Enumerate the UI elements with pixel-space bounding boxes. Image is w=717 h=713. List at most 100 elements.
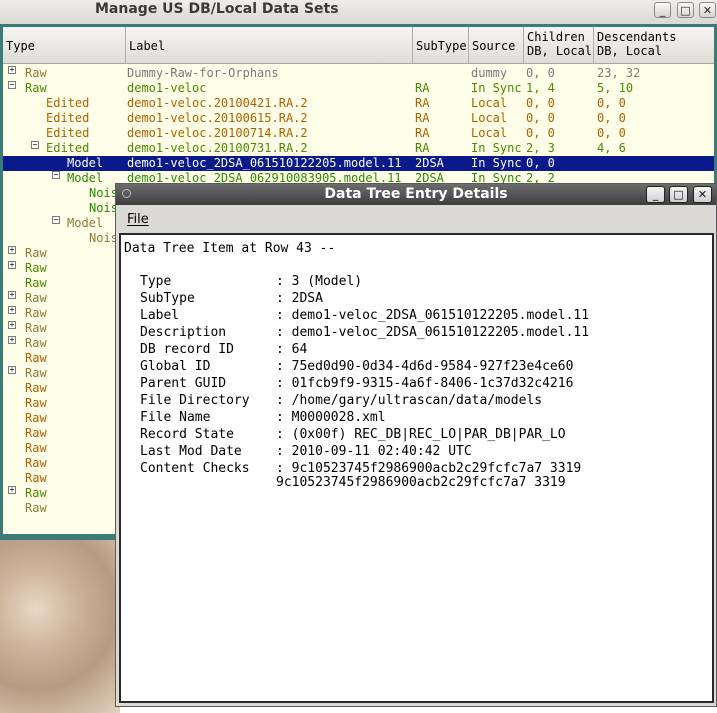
row-subtype: RA — [415, 126, 430, 140]
detail-line: Global ID: 75ed0d90-0d34-4d6d-9584-927f2… — [140, 359, 573, 374]
row-type: Edited — [46, 96, 90, 110]
row-type: Model — [67, 156, 104, 170]
details-heading: Data Tree Item at Row 43 -- — [124, 241, 336, 256]
row-type: Raw — [25, 381, 47, 395]
row-type: Raw — [25, 501, 47, 515]
expand-icon[interactable]: + — [8, 306, 16, 314]
detail-separator: : — [276, 410, 292, 425]
detail-line: Record State: (0x00f) REC_DB|REC_LO|PAR_… — [140, 427, 566, 442]
detail-separator: : — [276, 342, 292, 357]
detail-key: Last Mod Date — [140, 444, 242, 459]
minimize-button[interactable]: _ — [654, 2, 671, 18]
header-type[interactable]: Type — [3, 27, 126, 63]
detail-separator: : — [276, 325, 292, 340]
detail-key: Global ID — [140, 359, 211, 374]
row-source: Local — [471, 96, 508, 110]
header-source[interactable]: Source — [469, 27, 524, 63]
row-label: demo1-veloc.20100421.RA.2 — [127, 96, 308, 110]
row-type: Raw — [25, 246, 47, 260]
close-button[interactable]: ✕ — [699, 2, 716, 18]
expand-icon[interactable]: + — [8, 336, 16, 344]
tree-row[interactable]: − Raw demo1-veloc RA In Sync 1, 4 5, 10 — [3, 81, 714, 96]
detail-separator: : — [276, 359, 292, 374]
expand-icon[interactable]: + — [8, 366, 16, 374]
header-subtype[interactable]: SubType — [413, 27, 469, 63]
row-label: demo1-veloc.20100731.RA.2 — [127, 141, 308, 155]
tree-row[interactable]: − Edited demo1-veloc.20100731.RA.2 RA In… — [3, 141, 714, 156]
dialog-minimize-button[interactable]: _ — [646, 186, 665, 203]
expand-icon[interactable]: + — [8, 486, 16, 494]
row-children: 0, 0 — [526, 66, 555, 80]
tree-row-selected[interactable]: Model demo1-veloc_2DSA_061510122205.mode… — [3, 156, 714, 171]
detail-line: Type: 3 (Model) — [140, 274, 362, 289]
expand-icon[interactable]: + — [8, 246, 16, 254]
row-source: Local — [471, 126, 508, 140]
row-descendants: 0, 0 — [597, 96, 626, 110]
dialog-menubar: File — [116, 208, 716, 232]
detail-key: Description — [140, 325, 227, 340]
row-type: Model — [67, 171, 104, 185]
tree-row[interactable]: + Raw Dummy-Raw-for-Orphans dummy 0, 0 2… — [3, 66, 714, 81]
collapse-icon[interactable]: − — [52, 171, 60, 179]
collapse-icon[interactable]: − — [8, 81, 16, 89]
maximize-button[interactable]: □ — [677, 2, 694, 18]
expand-icon[interactable]: + — [8, 291, 16, 299]
dialog-close-button[interactable]: ✕ — [693, 186, 712, 203]
row-type: Raw — [25, 81, 47, 95]
detail-separator: : — [276, 308, 292, 323]
row-subtype: RA — [415, 96, 430, 110]
tree-row[interactable]: Edited demo1-veloc.20100615.RA.2 RA Loca… — [3, 111, 714, 126]
detail-value: demo1-veloc_2DSA_061510122205.model.11 — [291, 325, 590, 340]
detail-value: 75ed0d90-0d34-4d6d-9584-927f23e4ce60 — [291, 359, 574, 374]
row-type: Raw — [25, 411, 47, 425]
detail-key: SubType — [140, 291, 195, 306]
row-children: 0, 0 — [526, 126, 555, 140]
detail-value: 01fcb9f9-9315-4a6f-8406-1c37d32c4216 — [291, 376, 574, 391]
tree-row[interactable]: Edited demo1-veloc.20100421.RA.2 RA Loca… — [3, 96, 714, 111]
detail-key: File Name — [140, 410, 211, 425]
row-label: demo1-veloc — [127, 81, 207, 95]
row-type: Raw — [25, 261, 47, 275]
row-type: Edited — [46, 126, 90, 140]
detail-separator: : — [276, 444, 292, 459]
detail-value: 2DSA — [291, 291, 323, 306]
expand-icon[interactable]: + — [8, 66, 16, 74]
main-titlebar[interactable]: Manage US DB/Local Data Sets _ □ ✕ — [0, 0, 717, 22]
detail-key: File Directory — [140, 393, 250, 408]
detail-key: Label — [140, 308, 180, 323]
detail-key: Record State — [140, 427, 234, 442]
detail-value: 9c10523745f2986900acb2c29fcfc7a7 3319 — [291, 461, 582, 476]
dialog-maximize-button[interactable]: □ — [669, 186, 688, 203]
detail-key: DB record ID — [140, 342, 234, 357]
tree-row[interactable]: Edited demo1-veloc.20100714.RA.2 RA Loca… — [3, 126, 714, 141]
row-type: Nois — [89, 201, 118, 215]
row-subtype: 2DSA — [415, 156, 444, 170]
header-children[interactable]: Children DB, Local — [524, 27, 594, 63]
detail-key: Parent GUID — [140, 376, 227, 391]
row-children: 0, 0 — [526, 156, 555, 170]
row-type: Edited — [46, 111, 90, 125]
details-text-area[interactable]: Data Tree Item at Row 43 -- Type: 3 (Mod… — [119, 233, 714, 703]
detail-value: M0000028.xml — [291, 410, 386, 425]
row-subtype: RA — [415, 111, 430, 125]
row-label: demo1-veloc_2DSA_061510122205.model.11 — [127, 156, 402, 170]
row-source: In Sync — [471, 141, 522, 155]
menu-file[interactable]: File — [127, 212, 149, 227]
row-type: Raw — [25, 351, 47, 365]
header-descendants[interactable]: Descendants DB, Local — [594, 27, 714, 63]
row-source: Local — [471, 111, 508, 125]
row-source: In Sync — [471, 81, 522, 95]
dialog-titlebar[interactable]: Data Tree Entry Details _ □ ✕ — [116, 184, 716, 205]
detail-line: DB record ID: 64 — [140, 342, 307, 357]
detail-line: File Name: M0000028.xml — [140, 410, 386, 425]
expand-icon[interactable]: + — [8, 321, 16, 329]
detail-value: 2010-09-11 02:40:42 UTC — [291, 444, 472, 459]
row-descendants: 0, 0 — [597, 126, 626, 140]
header-label[interactable]: Label — [126, 27, 413, 63]
collapse-icon[interactable]: − — [52, 216, 60, 224]
collapse-icon[interactable]: − — [31, 141, 39, 149]
expand-icon[interactable]: + — [8, 261, 16, 269]
row-type: Nois — [89, 231, 118, 245]
detail-line: Parent GUID: 01fcb9f9-9315-4a6f-8406-1c3… — [140, 376, 573, 391]
row-label: demo1-veloc.20100615.RA.2 — [127, 111, 308, 125]
